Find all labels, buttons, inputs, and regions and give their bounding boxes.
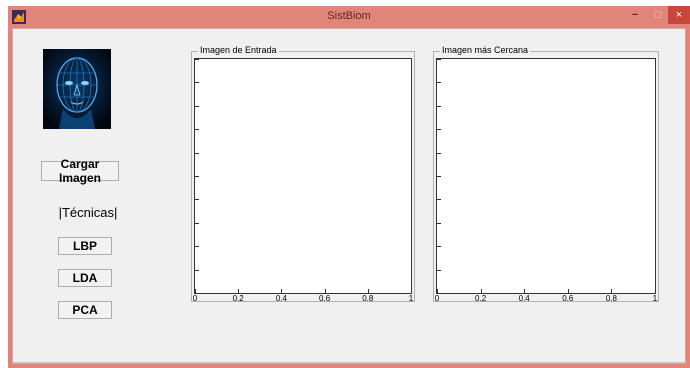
x-tick (655, 289, 656, 293)
x-tick (411, 289, 412, 293)
input-panel-title: Imagen de Entrada (198, 45, 279, 55)
minimize-button[interactable]: − (622, 6, 648, 24)
pca-button[interactable]: PCA (58, 301, 112, 319)
x-tick-label: 0.8 (362, 294, 374, 303)
y-tick (195, 82, 199, 84)
x-tick-label: 0.6 (562, 294, 574, 303)
maximize-button[interactable]: □ (648, 6, 668, 24)
close-button[interactable]: × (668, 6, 690, 24)
client-area: Cargar Imagen |Técnicas| LBP LDA PCA Ima… (12, 28, 686, 364)
lda-button[interactable]: LDA (58, 269, 112, 287)
y-tick (437, 269, 441, 271)
y-tick (195, 105, 199, 107)
x-tick (437, 289, 438, 293)
x-tick-label: 0.6 (319, 294, 331, 303)
y-tick (437, 105, 441, 107)
x-tick-label: 0.4 (275, 294, 287, 303)
y-tick (437, 129, 441, 131)
load-image-button[interactable]: Cargar Imagen (41, 157, 119, 185)
x-tick-label: 0.8 (605, 294, 617, 303)
x-tick-label: 0.2 (475, 294, 487, 303)
lbp-button[interactable]: LBP (58, 237, 112, 255)
x-tick-label: 0.4 (518, 294, 530, 303)
y-tick (195, 246, 199, 248)
app-window: SistBiom − □ × Cargar Imagen |Técnicas| … (8, 6, 690, 368)
y-tick (437, 199, 441, 201)
status-divider (13, 362, 685, 363)
nearest-image-axes: 0 0.2 0.4 0.6 0.8 1 (435, 58, 657, 303)
x-tick-label: 0.2 (232, 294, 244, 303)
y-tick (195, 222, 199, 224)
y-tick (195, 152, 199, 154)
x-tick (281, 289, 283, 293)
x-tick (324, 289, 326, 293)
input-image-axes: 0 0.2 0.4 0.6 0.8 1 (193, 58, 413, 303)
x-tick (524, 289, 526, 293)
y-tick (195, 59, 199, 60)
nearest-image-panel: Imagen más Cercana 0 0.2 0.4 0.6 0.8 1 (433, 45, 659, 303)
y-tick (195, 269, 199, 271)
x-tick-label: 1 (408, 294, 414, 303)
x-tick (195, 289, 196, 293)
x-tick (611, 289, 613, 293)
y-tick (195, 129, 199, 131)
y-tick (437, 59, 441, 60)
y-tick (437, 222, 441, 224)
title-bar[interactable]: SistBiom − □ × (8, 6, 690, 28)
y-tick (437, 246, 441, 248)
y-tick (437, 152, 441, 154)
window-title: SistBiom (327, 10, 371, 22)
x-tick (567, 289, 569, 293)
x-tick (238, 289, 240, 293)
techniques-label: |Técnicas| (58, 205, 118, 220)
y-tick (437, 82, 441, 84)
input-image-panel: Imagen de Entrada 0 0.2 0.4 0.6 0.8 1 (191, 45, 415, 303)
y-tick (437, 176, 441, 177)
x-tick (480, 289, 482, 293)
x-tick-label: 0 (192, 294, 198, 303)
face-image (43, 49, 111, 129)
x-tick (367, 289, 369, 293)
x-tick-label: 1 (652, 294, 658, 303)
y-tick (195, 199, 199, 201)
x-tick-label: 0 (434, 294, 440, 303)
y-tick (195, 176, 199, 177)
nearest-panel-title: Imagen más Cercana (440, 45, 531, 55)
